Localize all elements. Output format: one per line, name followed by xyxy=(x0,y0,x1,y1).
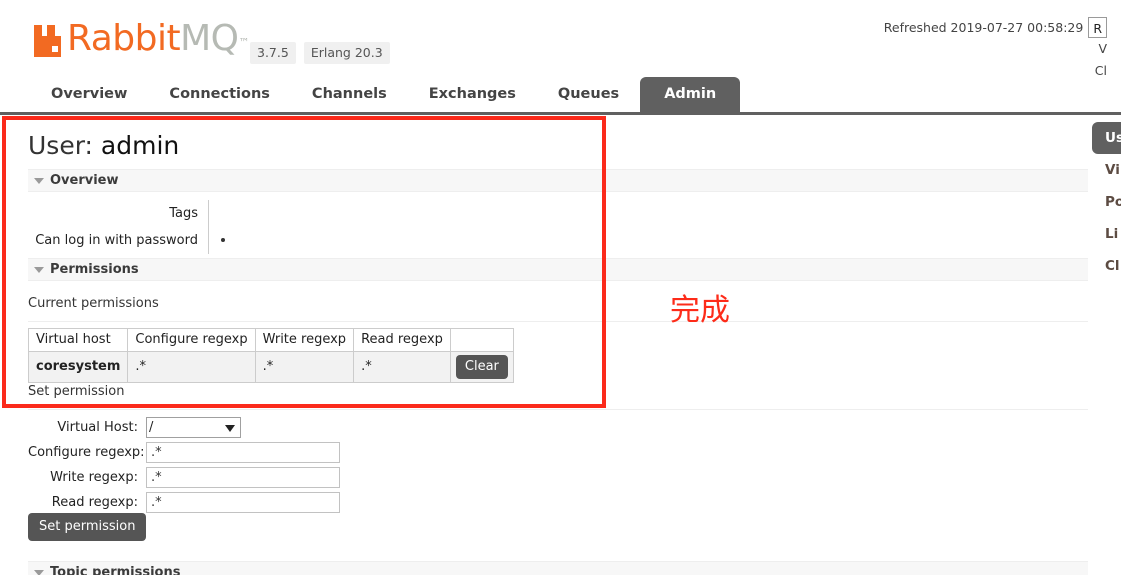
table-row: coresystem .* .* .* Clear xyxy=(27,351,514,383)
form-row-virtual-host: Virtual Host: / xyxy=(28,416,340,439)
current-permissions-table: Virtual host Configure regexp Write rege… xyxy=(27,328,514,383)
divider xyxy=(28,409,1088,410)
brand-mq-text: MQ xyxy=(180,18,239,59)
chevron-down-icon xyxy=(34,570,44,575)
form-row-write-regexp: Write regexp: xyxy=(28,466,340,489)
write-regexp-input[interactable] xyxy=(146,467,340,488)
cell-configure-regexp: .* xyxy=(127,351,256,383)
tab-admin[interactable]: Admin xyxy=(640,77,741,112)
overview-key-can-login: Can log in with password xyxy=(35,233,198,248)
brand-wordmark: RabbitMQ™ xyxy=(67,21,250,60)
sidebar-item-users[interactable]: Us xyxy=(1092,122,1121,154)
label-virtual-host: Virtual Host: xyxy=(57,420,138,435)
tab-connections[interactable]: Connections xyxy=(148,77,291,112)
sidebar-item-limits[interactable]: Li xyxy=(1096,218,1121,250)
rabbit-logo-icon xyxy=(34,25,64,57)
page-title: User: admin xyxy=(28,131,179,160)
section-header-topic-permissions-label: Topic permissions xyxy=(50,565,181,575)
section-header-permissions-label: Permissions xyxy=(50,262,139,277)
main-navigation: Overview Connections Channels Exchanges … xyxy=(0,75,1121,115)
sidebar-item-cluster[interactable]: Cl xyxy=(1096,250,1121,282)
page-header: RabbitMQ™ 3.7.5 Erlang 20.3 Refreshed 20… xyxy=(0,0,1121,78)
read-regexp-input[interactable] xyxy=(146,492,340,513)
column-write-regexp: Write regexp xyxy=(254,328,355,352)
virtual-host-selector-line[interactable]: V xyxy=(884,38,1107,60)
configure-regexp-input[interactable] xyxy=(146,442,340,463)
rabbitmq-version-badge: 3.7.5 xyxy=(250,42,296,64)
set-permission-label: Set permission xyxy=(28,384,125,399)
divider xyxy=(28,321,1088,322)
label-configure-regexp: Configure regexp: xyxy=(28,445,145,460)
main-content: User: admin Overview Tags Can log in wit… xyxy=(0,118,1121,575)
overview-value-tags xyxy=(208,200,328,227)
virtual-host-select-value: / xyxy=(149,420,154,435)
trademark-symbol: ™ xyxy=(238,36,250,49)
form-row-configure-regexp: Configure regexp: xyxy=(28,441,340,464)
tab-channels[interactable]: Channels xyxy=(291,77,408,112)
cell-virtual-host: coresystem xyxy=(27,351,129,383)
bullet-icon xyxy=(221,238,225,242)
chevron-down-icon xyxy=(225,425,235,432)
label-write-regexp: Write regexp: xyxy=(50,470,138,485)
clear-permission-button[interactable]: Clear xyxy=(455,355,508,379)
label-read-regexp: Read regexp: xyxy=(51,495,138,510)
cell-read-regexp: .* xyxy=(353,351,451,383)
set-permission-submit-button[interactable]: Set permission xyxy=(28,513,147,541)
cell-actions: Clear xyxy=(449,351,514,383)
sidebar-item-policies[interactable]: Po xyxy=(1096,186,1121,218)
rabbitmq-logo[interactable]: RabbitMQ™ xyxy=(34,21,250,60)
overview-row-tags: Tags xyxy=(28,200,328,227)
refreshed-timestamp: Refreshed 2019-07-27 00:58:29 xyxy=(883,19,1084,35)
overview-row-can-login: Can log in with password xyxy=(28,227,328,254)
nav-tab-list: Overview Connections Channels Exchanges … xyxy=(30,75,741,112)
page-title-username: admin xyxy=(100,131,180,160)
cell-write-regexp: .* xyxy=(254,351,355,383)
refresh-info: Refreshed 2019-07-27 00:58:29 R V Cl xyxy=(884,16,1107,82)
tab-overview[interactable]: Overview xyxy=(30,77,148,112)
column-actions xyxy=(449,328,514,352)
annotation-note-text: 完成 xyxy=(670,293,730,328)
overview-value-can-login xyxy=(208,227,328,254)
table-header-row: Virtual host Configure regexp Write rege… xyxy=(27,328,514,352)
set-permission-form: Virtual Host: / Configure regexp: Write … xyxy=(28,416,340,516)
current-permissions-label: Current permissions xyxy=(28,296,159,311)
sidebar-item-virtual-hosts[interactable]: Vi xyxy=(1096,154,1121,186)
chevron-down-icon xyxy=(34,178,44,184)
virtual-host-select[interactable]: / xyxy=(146,417,241,438)
section-header-topic-permissions[interactable]: Topic permissions xyxy=(28,561,1088,575)
overview-key-tags: Tags xyxy=(169,206,198,221)
chevron-down-icon xyxy=(34,267,44,273)
section-header-overview-label: Overview xyxy=(50,173,119,188)
rabbitmq-management-page: RabbitMQ™ 3.7.5 Erlang 20.3 Refreshed 20… xyxy=(0,0,1121,575)
refresh-interval-select[interactable]: R xyxy=(1088,16,1107,38)
form-row-read-regexp: Read regexp: xyxy=(28,491,340,514)
brand-rabbit-text: Rabbit xyxy=(67,18,181,59)
tab-exchanges[interactable]: Exchanges xyxy=(408,77,537,112)
column-read-regexp: Read regexp xyxy=(353,328,451,352)
erlang-version-badge: Erlang 20.3 xyxy=(303,42,390,64)
page-title-prefix: User: xyxy=(28,131,93,160)
column-configure-regexp: Configure regexp xyxy=(127,328,256,352)
section-header-permissions[interactable]: Permissions xyxy=(28,258,1088,281)
user-overview-table: Tags Can log in with password xyxy=(28,200,328,254)
column-virtual-host: Virtual host xyxy=(27,328,129,352)
version-badges: 3.7.5 Erlang 20.3 xyxy=(250,42,390,64)
admin-sidebar: Us Vi Po Li Cl xyxy=(1092,122,1121,282)
section-header-overview[interactable]: Overview xyxy=(28,169,1088,192)
tab-queues[interactable]: Queues xyxy=(537,77,640,112)
